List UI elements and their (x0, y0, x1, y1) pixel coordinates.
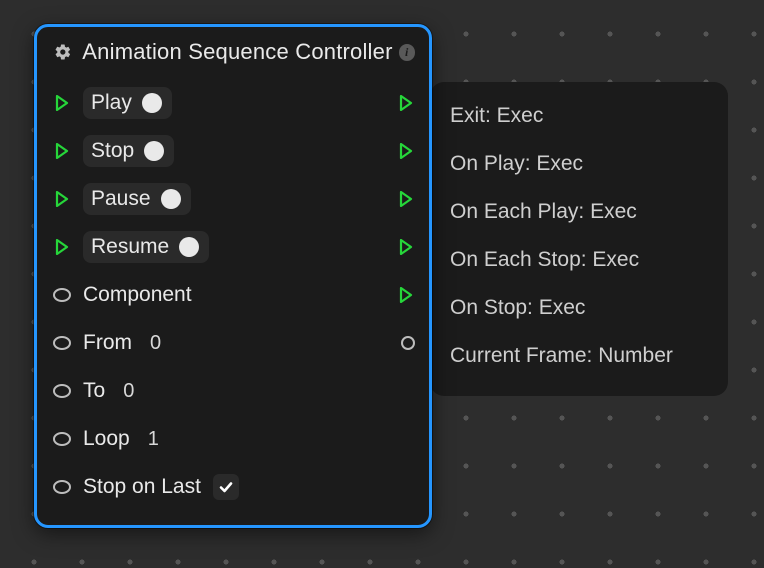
input-label: Resume (91, 235, 169, 259)
output-label: On Stop: Exec (450, 296, 585, 320)
exec-in-port[interactable] (53, 190, 71, 208)
data-in-port[interactable] (53, 384, 71, 398)
output-exit[interactable]: Exit: Exec (430, 92, 728, 140)
dot-button[interactable] (144, 141, 164, 161)
exec-in-port[interactable] (53, 142, 71, 160)
input-label: From (83, 331, 132, 355)
play-chip: Play (83, 87, 172, 119)
input-label: To (83, 379, 105, 403)
exec-out-port[interactable] (397, 238, 415, 256)
exec-out-port[interactable] (397, 94, 415, 112)
data-in-port[interactable] (53, 480, 71, 494)
stop-on-last-checkbox[interactable] (213, 474, 239, 500)
exec-out-port[interactable] (397, 190, 415, 208)
input-label: Component (83, 283, 192, 307)
output-label: Current Frame: Number (450, 344, 673, 368)
gear-icon[interactable] (53, 42, 72, 62)
input-label: Pause (91, 187, 151, 211)
input-row-play: Play (37, 79, 429, 127)
input-rows: Play Stop (37, 75, 429, 525)
input-label: Stop (91, 139, 134, 163)
input-row-to: To (37, 367, 429, 415)
output-on-each-play[interactable]: On Each Play: Exec (430, 188, 728, 236)
pause-chip: Pause (83, 183, 191, 215)
input-row-stop: Stop (37, 127, 429, 175)
input-row-stop-on-last: Stop on Last (37, 463, 429, 511)
dot-button[interactable] (161, 189, 181, 209)
dot-button[interactable] (179, 237, 199, 257)
output-panel[interactable]: Exit: Exec On Play: Exec On Each Play: E… (430, 82, 728, 396)
node-canvas[interactable]: Exit: Exec On Play: Exec On Each Play: E… (0, 0, 764, 568)
input-label: Play (91, 91, 132, 115)
input-row-loop: Loop (37, 415, 429, 463)
to-input[interactable] (117, 376, 157, 407)
stop-chip: Stop (83, 135, 174, 167)
output-label: On Each Play: Exec (450, 200, 637, 224)
data-in-port[interactable] (53, 336, 71, 350)
input-label: Stop on Last (83, 475, 201, 499)
output-label: On Each Stop: Exec (450, 248, 639, 272)
from-input[interactable] (144, 328, 184, 359)
output-on-play[interactable]: On Play: Exec (430, 140, 728, 188)
exec-out-port[interactable] (397, 142, 415, 160)
input-label: Loop (83, 427, 130, 451)
data-in-port[interactable] (53, 432, 71, 446)
dot-button[interactable] (142, 93, 162, 113)
input-row-component: Component (37, 271, 429, 319)
node-title: Animation Sequence Controller (82, 39, 392, 65)
input-row-from: From (37, 319, 429, 367)
exec-out-port[interactable] (397, 286, 415, 304)
resume-chip: Resume (83, 231, 209, 263)
output-on-each-stop[interactable]: On Each Stop: Exec (430, 236, 728, 284)
output-on-stop[interactable]: On Stop: Exec (430, 284, 728, 332)
data-in-port[interactable] (53, 288, 71, 302)
loop-input[interactable] (142, 424, 182, 455)
output-current-frame[interactable]: Current Frame: Number (430, 332, 728, 380)
exec-in-port[interactable] (53, 94, 71, 112)
input-row-pause: Pause (37, 175, 429, 223)
animation-sequence-controller-node[interactable]: Animation Sequence Controller i Play (34, 24, 432, 528)
input-row-resume: Resume (37, 223, 429, 271)
output-label: Exit: Exec (450, 104, 543, 128)
output-label: On Play: Exec (450, 152, 583, 176)
info-icon[interactable]: i (399, 44, 415, 61)
node-header[interactable]: Animation Sequence Controller i (37, 27, 429, 75)
data-out-port[interactable] (401, 336, 415, 350)
exec-in-port[interactable] (53, 238, 71, 256)
